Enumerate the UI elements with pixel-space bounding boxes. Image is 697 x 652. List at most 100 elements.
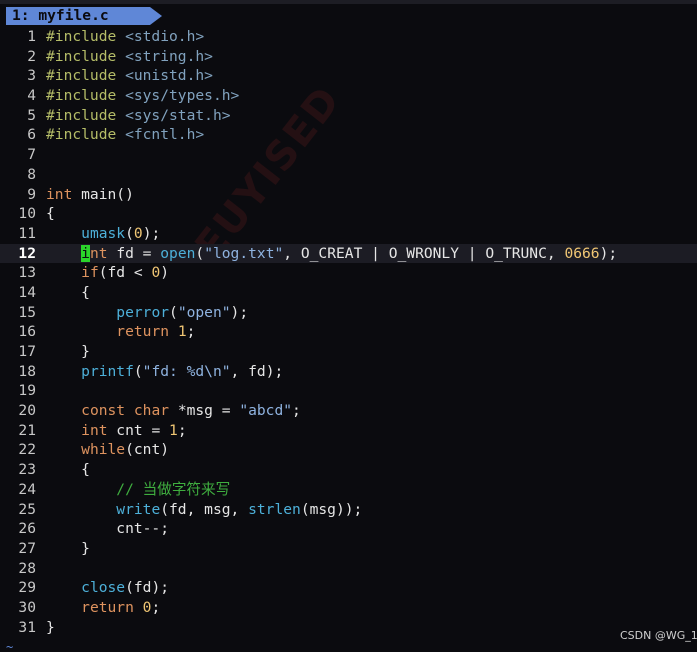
line-number: 6	[27, 126, 36, 144]
code-token: 1	[169, 421, 178, 439]
line-code: {	[46, 461, 90, 478]
code-line[interactable]: 19	[0, 381, 697, 401]
code-line[interactable]: 22 while(cnt)	[0, 440, 697, 460]
line-number: 29	[18, 579, 36, 597]
code-token: (fd);	[125, 579, 170, 597]
code-line[interactable]: 11 umask(0);	[0, 224, 697, 244]
code-line[interactable]: 17 }	[0, 342, 697, 362]
code-token: #include	[46, 67, 126, 85]
code-token: #include	[46, 47, 126, 65]
code-token: {	[46, 205, 55, 223]
buffer-tabline: 1: myfile.c	[0, 6, 697, 26]
text-cursor: i	[81, 244, 90, 262]
code-token: *msg =	[169, 402, 240, 420]
code-line[interactable]: 23 {	[0, 460, 697, 480]
line-code: #include <unistd.h>	[46, 67, 213, 84]
code-token: return	[116, 323, 170, 341]
code-line[interactable]: 25 write(fd, msg, strlen(msg));	[0, 500, 697, 520]
code-line[interactable]: 7	[0, 145, 697, 165]
code-line[interactable]: 10 {	[0, 204, 697, 224]
line-code: }	[46, 343, 90, 360]
code-token: <stdio.h>	[125, 28, 205, 45]
line-code: #include <fcntl.h>	[46, 126, 204, 143]
line-code: return 0;	[46, 599, 160, 616]
line-number: 28	[18, 559, 36, 577]
code-line[interactable]: 2 #include <string.h>	[0, 47, 697, 67]
code-line[interactable]: 12 int fd = open("log.txt", O_CREAT | O_…	[0, 243, 697, 264]
code-token: strlen	[248, 500, 301, 518]
code-token: 0666	[564, 244, 600, 262]
line-number: 8	[27, 165, 36, 183]
code-token: umask	[81, 224, 126, 242]
line-number: 18	[18, 362, 36, 380]
code-line[interactable]: 31}	[0, 618, 697, 638]
code-line[interactable]: 4 #include <sys/types.h>	[0, 86, 697, 106]
line-code: #include <string.h>	[46, 48, 213, 65]
code-token: }	[46, 618, 55, 636]
code-line[interactable]: 8	[0, 165, 697, 185]
code-line[interactable]: 15 perror("open");	[0, 303, 697, 323]
code-token: return	[81, 598, 134, 616]
code-line[interactable]: 28	[0, 559, 697, 579]
corner-watermark: CSDN @WG_17	[620, 629, 697, 642]
code-line[interactable]: 20 const char *msg = "abcd";	[0, 401, 697, 421]
code-token: cnt =	[107, 421, 170, 439]
code-token: "log.txt"	[204, 244, 284, 262]
code-line[interactable]: 5 #include <sys/stat.h>	[0, 106, 697, 126]
code-line[interactable]: 6 #include <fcntl.h>	[0, 125, 697, 145]
code-token: write	[116, 500, 161, 518]
code-token: ;	[177, 421, 187, 439]
line-number: 21	[18, 421, 36, 439]
line-number: 2	[27, 47, 36, 65]
line-code: int main()	[46, 186, 134, 203]
line-number: 24	[18, 480, 36, 498]
code-token: <sys/types.h>	[125, 87, 240, 105]
code-token: "open"	[177, 303, 231, 321]
line-number: 7	[27, 146, 36, 164]
code-editor[interactable]: 1 #include <stdio.h> 2 #include <string.h> 3…	[0, 27, 697, 637]
code-token: (msg));	[300, 500, 363, 518]
tab-myfile[interactable]: 1: myfile.c	[6, 7, 150, 25]
code-line[interactable]: 16 return 1;	[0, 322, 697, 342]
code-line[interactable]: 30 return 0;	[0, 598, 697, 618]
line-number: 1	[27, 28, 36, 45]
line-code: perror("open");	[46, 304, 248, 321]
code-line[interactable]: 29 close(fd);	[0, 578, 697, 598]
code-line[interactable]: 24 // 当做字符来写	[0, 480, 697, 500]
line-number: 22	[18, 441, 36, 459]
line-code: {	[46, 205, 55, 222]
code-line[interactable]: 9 int main()	[0, 185, 697, 205]
code-line[interactable]: 13 if(fd < 0)	[0, 263, 697, 283]
code-token: ;	[151, 598, 161, 616]
code-line[interactable]: 27 }	[0, 539, 697, 559]
line-code: cnt--;	[46, 520, 169, 537]
code-line[interactable]: 14 {	[0, 283, 697, 303]
code-line[interactable]: 3 #include <unistd.h>	[0, 66, 697, 86]
code-line[interactable]: 26 cnt--;	[0, 519, 697, 539]
line-number: 4	[27, 87, 36, 105]
code-line[interactable]: 21 int cnt = 1;	[0, 421, 697, 441]
code-token: (	[195, 244, 205, 262]
tab-arrow-icon	[150, 7, 162, 25]
code-token: perror	[116, 303, 170, 321]
line-number: 9	[27, 185, 36, 203]
code-line[interactable]: 1 #include <stdio.h>	[0, 27, 697, 47]
line-number: 23	[18, 461, 36, 479]
line-number: 13	[18, 264, 36, 282]
line-number: 19	[18, 382, 36, 400]
code-token: close	[81, 579, 126, 597]
code-line[interactable]: 18 printf("fd: %d\n", fd);	[0, 362, 697, 382]
code-token: <unistd.h>	[125, 67, 213, 85]
line-code: }	[46, 619, 55, 636]
code-token: ;	[186, 323, 196, 341]
code-token: fd =	[107, 244, 161, 262]
line-code: #include <sys/stat.h>	[46, 107, 231, 124]
